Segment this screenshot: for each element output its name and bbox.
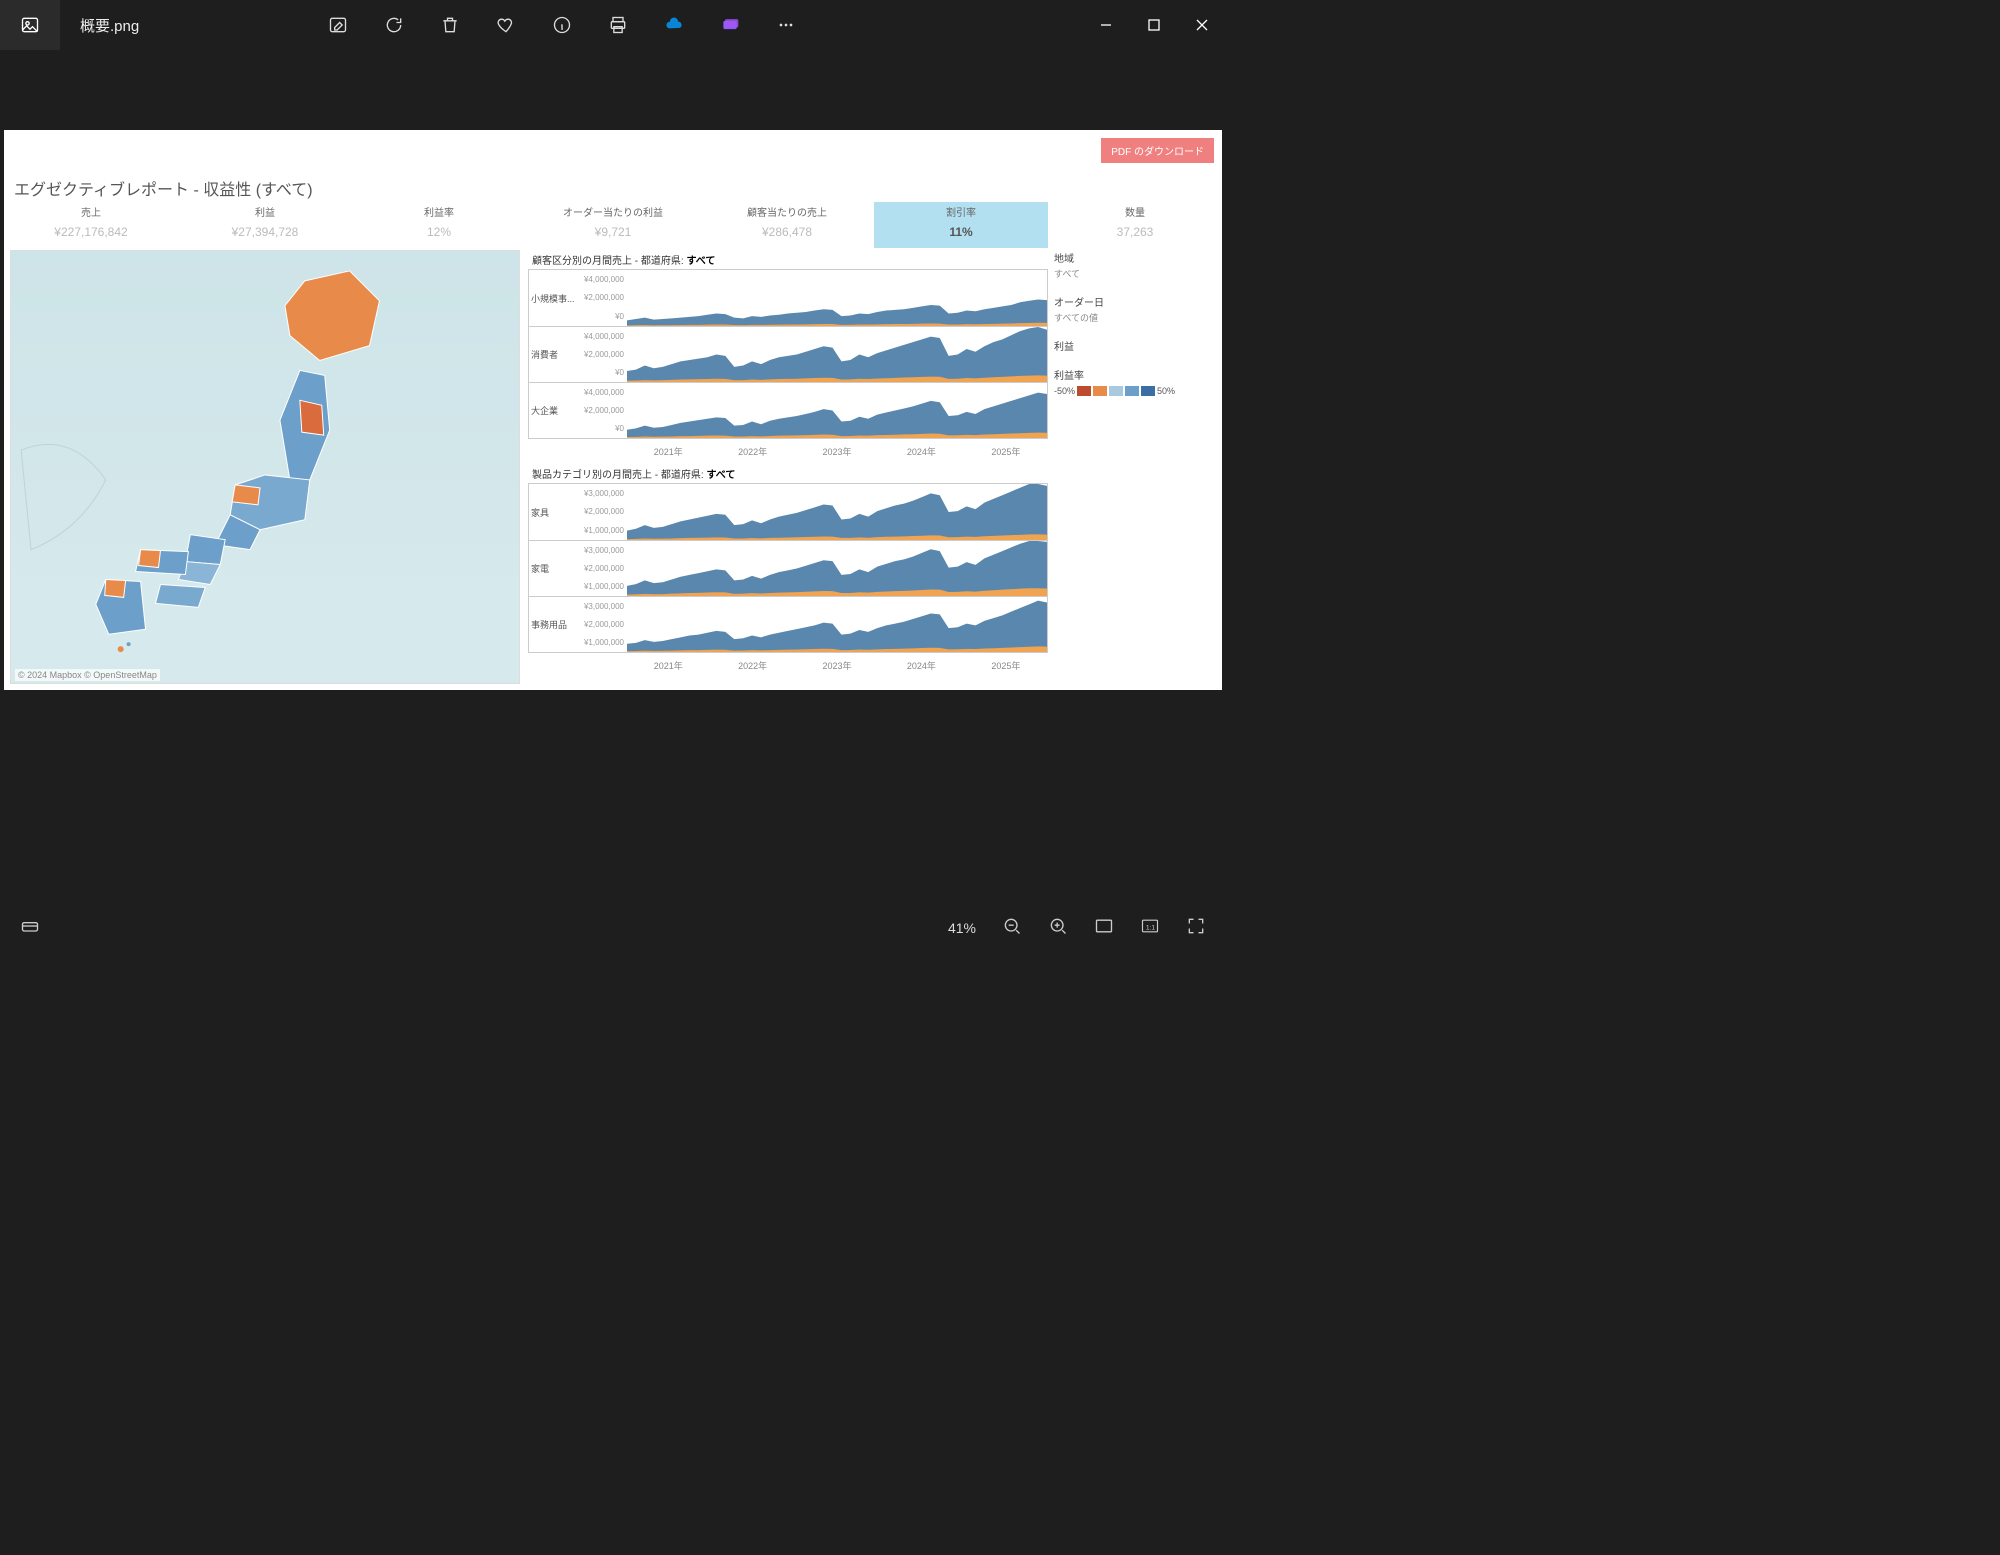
chart-row[interactable]: 消費者¥4,000,000¥2,000,000¥0 [529, 326, 1047, 382]
fit-screen-icon[interactable] [1094, 916, 1114, 941]
chart-row[interactable]: 大企業¥4,000,000¥2,000,000¥0 [529, 382, 1047, 438]
chart-area [627, 597, 1047, 652]
chart-yticks: ¥3,000,000¥2,000,000¥1,000,000 [577, 484, 627, 540]
legend-pane: 地域 すべて オーダー日 すべての値 利益 利益率 -50% [1054, 250, 1214, 410]
chart-area [627, 383, 1047, 438]
kpi-discount-rate[interactable]: 割引率11% [874, 202, 1048, 248]
delete-icon[interactable] [432, 7, 468, 43]
edit-image-icon[interactable] [320, 7, 356, 43]
chart-row-label: 家電 [529, 541, 577, 596]
filmstrip-icon[interactable] [20, 916, 40, 941]
zoom-out-icon[interactable] [1002, 916, 1022, 941]
info-icon[interactable] [544, 7, 580, 43]
segment-chart-title: 顧客区分別の月間売上 - 都道府県: すべて [532, 252, 1048, 267]
legend-profit: 利益 [1054, 338, 1214, 353]
zoom-in-icon[interactable] [1048, 916, 1068, 941]
chart-area [627, 270, 1047, 326]
image-canvas[interactable]: PDF のダウンロード エグゼクティブレポート - 収益性 (すべて) 売上¥2… [0, 50, 1226, 862]
x-tick: 2023年 [795, 659, 879, 672]
print-icon[interactable] [600, 7, 636, 43]
category-chart-title: 製品カテゴリ別の月間売上 - 都道府県: すべて [532, 466, 1048, 481]
japan-map[interactable]: © 2024 Mapbox © OpenStreetMap [10, 250, 520, 684]
chart-row-label: 事務用品 [529, 597, 577, 652]
x-tick: 2024年 [879, 659, 963, 672]
legend-swatch [1125, 386, 1139, 396]
chart-row[interactable]: 家電¥3,000,000¥2,000,000¥1,000,000 [529, 540, 1047, 596]
report-dashboard: PDF のダウンロード エグゼクティブレポート - 収益性 (すべて) 売上¥2… [4, 130, 1222, 690]
x-tick: 2021年 [626, 659, 710, 672]
window-maximize-button[interactable] [1130, 0, 1178, 50]
legend-region[interactable]: 地域 すべて [1054, 250, 1214, 280]
chart-row-label: 消費者 [529, 327, 577, 382]
chart-row[interactable]: 小規模事...¥4,000,000¥2,000,000¥0 [529, 270, 1047, 326]
actual-size-icon[interactable]: 1:1 [1140, 916, 1160, 941]
chart-row-label: 大企業 [529, 383, 577, 438]
kpi-quantity[interactable]: 数量37,263 [1048, 202, 1222, 248]
x-tick: 2021年 [626, 445, 710, 458]
x-tick: 2022年 [710, 659, 794, 672]
legend-scale-min: -50% [1054, 386, 1075, 396]
favorite-heart-icon[interactable] [488, 7, 524, 43]
window-minimize-button[interactable] [1082, 0, 1130, 50]
legend-swatch [1077, 386, 1091, 396]
statusbar: 41% 1:1 [0, 903, 1226, 953]
chart-yticks: ¥4,000,000¥2,000,000¥0 [577, 383, 627, 438]
charts-pane: 顧客区分別の月間売上 - 都道府県: すべて 小規模事...¥4,000,000… [528, 250, 1048, 672]
x-tick: 2025年 [964, 445, 1048, 458]
legend-swatch [1093, 386, 1107, 396]
legend-orderdate[interactable]: オーダー日 すべての値 [1054, 294, 1214, 324]
chart-row[interactable]: 家具¥3,000,000¥2,000,000¥1,000,000 [529, 484, 1047, 540]
app-photo-icon [0, 0, 60, 50]
legend-swatch [1109, 386, 1123, 396]
pdf-download-button[interactable]: PDF のダウンロード [1101, 138, 1214, 163]
chart-row-label: 小規模事... [529, 270, 577, 326]
fullscreen-icon[interactable] [1186, 916, 1206, 941]
window-titlebar: 概要.png [0, 0, 1226, 50]
legend-scale-max: 50% [1157, 386, 1175, 396]
chart-area [627, 484, 1047, 540]
legend-profitratio: 利益率 -50% 50% [1054, 367, 1214, 396]
chart-row-label: 家具 [529, 484, 577, 540]
kpi-profit-ratio[interactable]: 利益率12% [352, 202, 526, 248]
kpi-sales[interactable]: 売上¥227,176,842 [4, 202, 178, 248]
x-tick: 2022年 [710, 445, 794, 458]
kpi-sales-per-customer[interactable]: 顧客当たりの売上¥286,478 [700, 202, 874, 248]
chart-yticks: ¥3,000,000¥2,000,000¥1,000,000 [577, 597, 627, 652]
kpi-profit[interactable]: 利益¥27,394,728 [178, 202, 352, 248]
chart-area [627, 327, 1047, 382]
clipchamp-icon[interactable] [712, 7, 748, 43]
toolbar [320, 7, 804, 43]
svg-text:1:1: 1:1 [1146, 924, 1156, 931]
chart-yticks: ¥4,000,000¥2,000,000¥0 [577, 270, 627, 326]
chart-yticks: ¥3,000,000¥2,000,000¥1,000,000 [577, 541, 627, 596]
japan-map-svg [11, 251, 519, 683]
more-icon[interactable] [768, 7, 804, 43]
x-tick: 2024年 [879, 445, 963, 458]
onedrive-icon[interactable] [656, 7, 692, 43]
zoom-percentage: 41% [948, 920, 976, 936]
chart-area [627, 541, 1047, 596]
chart-yticks: ¥4,000,000¥2,000,000¥0 [577, 327, 627, 382]
map-attribution: © 2024 Mapbox © OpenStreetMap [15, 669, 160, 681]
kpi-profit-per-order[interactable]: オーダー当たりの利益¥9,721 [526, 202, 700, 248]
rotate-icon[interactable] [376, 7, 412, 43]
window-close-button[interactable] [1178, 0, 1226, 50]
x-tick: 2023年 [795, 445, 879, 458]
chart-row[interactable]: 事務用品¥3,000,000¥2,000,000¥1,000,000 [529, 596, 1047, 652]
kpi-row: 売上¥227,176,842 利益¥27,394,728 利益率12% オーダー… [4, 202, 1222, 248]
window-filename: 概要.png [60, 15, 260, 36]
legend-swatch [1141, 386, 1155, 396]
report-title: エグゼクティブレポート - 収益性 (すべて) [14, 176, 313, 200]
x-tick: 2025年 [964, 659, 1048, 672]
